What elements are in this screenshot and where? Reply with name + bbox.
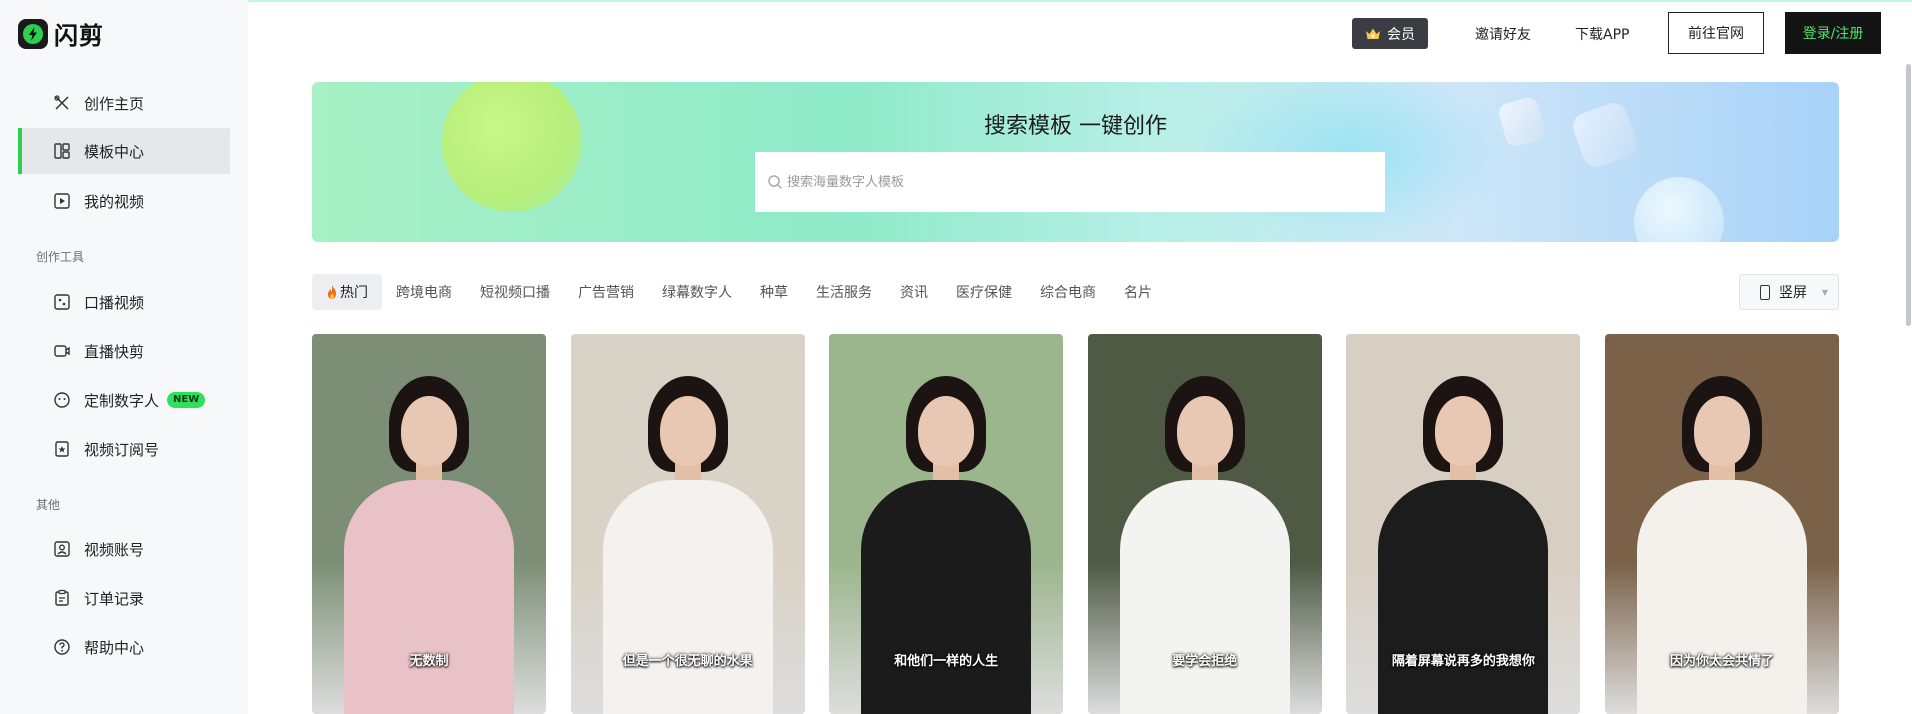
logo-bolt-icon: [18, 18, 48, 49]
avatar-image: [1637, 480, 1807, 714]
account-icon: [52, 539, 72, 559]
vip-label: 会员: [1387, 26, 1415, 43]
login-register-button[interactable]: 登录/注册: [1785, 12, 1881, 54]
sidebar-item-video-account[interactable]: 视频账号: [18, 526, 230, 572]
tab-seeding[interactable]: 种草: [746, 274, 802, 310]
tab-advertising[interactable]: 广告营销: [564, 274, 648, 310]
section-label-tools: 创作工具: [36, 250, 85, 264]
template-card[interactable]: 隔着屏幕说再多的我想你: [1346, 334, 1581, 714]
banner-title: 搜索模板 一键创作: [984, 114, 1167, 139]
template-card[interactable]: 无数制: [312, 334, 546, 714]
download-app-link[interactable]: 下载APP: [1575, 24, 1629, 44]
sidebar-item-live-clip[interactable]: 直播快剪: [18, 328, 230, 374]
vip-button[interactable]: 会员: [1352, 18, 1428, 49]
help-icon: [52, 637, 72, 657]
create-icon: [52, 93, 72, 113]
tab-business-card[interactable]: 名片: [1110, 274, 1166, 310]
card-caption: 和他们一样的人生: [894, 654, 999, 669]
top-accent-line: [0, 0, 1912, 2]
avatar-image: [602, 480, 773, 714]
subscription-icon: [52, 439, 72, 459]
orientation-value: 竖屏: [1779, 285, 1807, 301]
card-caption: 因为你太会共情了: [1669, 654, 1774, 669]
sidebar-item-label: 定制数字人: [84, 391, 160, 410]
tab-hot[interactable]: 热门: [312, 274, 382, 310]
template-icon: [52, 141, 72, 161]
category-tabs: 热门 跨境电商 短视频口播 广告营销 绿幕数字人 种草 生活服务 资讯 医疗保健…: [312, 274, 1166, 310]
order-icon: [52, 588, 72, 608]
sidebar-item-label: 订单记录: [84, 589, 145, 608]
app-logo[interactable]: 闪剪: [18, 16, 104, 51]
video-icon: [52, 191, 72, 211]
crown-icon: [1366, 28, 1380, 39]
sidebar-item-label: 模板中心: [84, 142, 145, 161]
tab-healthcare[interactable]: 医疗保健: [942, 274, 1026, 310]
tab-green-screen-avatar[interactable]: 绿幕数字人: [648, 274, 746, 310]
template-card[interactable]: 和他们一样的人生: [829, 334, 1064, 714]
template-grid: 无数制 但是一个很无聊的水果 和他们一样的人生 要学会拒绝 隔着屏幕说再多的我想…: [312, 334, 1839, 714]
section-label-other: 其他: [36, 498, 61, 512]
avatar-image: [1176, 396, 1233, 466]
chevron-down-icon: ▼: [1821, 288, 1828, 297]
page-scrollbar[interactable]: [1906, 64, 1911, 326]
sidebar-item-label: 我的视频: [84, 192, 145, 211]
tab-general-ecommerce[interactable]: 综合电商: [1026, 274, 1110, 310]
phone-portrait-icon: [1760, 284, 1770, 300]
card-caption: 无数制: [409, 654, 449, 669]
sidebar-item-label: 直播快剪: [84, 342, 145, 361]
avatar-image: [344, 480, 514, 714]
banner-decoration: [1634, 177, 1724, 242]
sidebar-item-talking-video[interactable]: 口播视频: [18, 279, 230, 325]
orientation-select[interactable]: 竖屏 ▼: [1739, 274, 1839, 310]
avatar-image: [918, 396, 975, 466]
invite-friends-link[interactable]: 邀请好友: [1475, 24, 1531, 44]
live-clip-icon: [52, 341, 72, 361]
template-card[interactable]: 但是一个很无聊的水果: [570, 334, 805, 714]
template-card[interactable]: 因为你太会共情了: [1605, 334, 1839, 714]
card-caption: 要学会拒绝: [1172, 654, 1238, 669]
search-banner: 搜索模板 一键创作: [312, 82, 1839, 242]
sidebar-item-label: 创作主页: [84, 94, 145, 113]
tab-short-video[interactable]: 短视频口播: [466, 274, 564, 310]
avatar-image: [1435, 396, 1492, 466]
avatar-face-icon: [52, 390, 72, 410]
tab-cross-border-ecommerce[interactable]: 跨境电商: [382, 274, 466, 310]
banner-decoration: [442, 82, 582, 212]
search-icon: [768, 175, 783, 190]
tab-label: 热门: [340, 285, 368, 301]
sidebar-item-custom-avatar[interactable]: 定制数字人 NEW: [18, 377, 230, 423]
sidebar: 闪剪 创作主页 模板中心 我的视频 创作工具 口播视频 直播快剪 定制数字人 N…: [0, 0, 248, 714]
avatar-image: [1119, 480, 1290, 714]
sidebar-item-subscription[interactable]: 视频订阅号: [18, 426, 230, 472]
official-site-button[interactable]: 前往官网: [1668, 12, 1764, 54]
sidebar-item-help-center[interactable]: 帮助中心: [18, 624, 230, 670]
fire-icon: [328, 285, 336, 299]
app-name: 闪剪: [54, 22, 104, 50]
sidebar-item-label: 视频订阅号: [84, 440, 160, 459]
sidebar-item-label: 口播视频: [84, 293, 145, 312]
sidebar-item-template-center[interactable]: 模板中心: [18, 128, 230, 174]
avatar-image: [401, 396, 457, 466]
search-input[interactable]: [787, 174, 1347, 190]
avatar-image: [1694, 396, 1750, 466]
avatar-image: [1378, 480, 1549, 714]
avatar-image: [659, 396, 716, 466]
new-badge: NEW: [167, 392, 206, 408]
sidebar-item-orders[interactable]: 订单记录: [18, 575, 230, 621]
tab-news[interactable]: 资讯: [886, 274, 942, 310]
search-box[interactable]: [755, 152, 1385, 212]
template-card[interactable]: 要学会拒绝: [1087, 334, 1322, 714]
sidebar-item-create-home[interactable]: 创作主页: [18, 80, 230, 126]
sidebar-item-label: 视频账号: [84, 540, 145, 559]
sidebar-item-my-videos[interactable]: 我的视频: [18, 178, 230, 224]
sidebar-item-label: 帮助中心: [84, 638, 145, 657]
card-caption: 但是一个很无聊的水果: [622, 654, 753, 669]
avatar-image: [861, 480, 1032, 714]
card-caption: 隔着屏幕说再多的我想你: [1391, 654, 1535, 669]
talking-video-icon: [52, 292, 72, 312]
tab-life-services[interactable]: 生活服务: [802, 274, 886, 310]
